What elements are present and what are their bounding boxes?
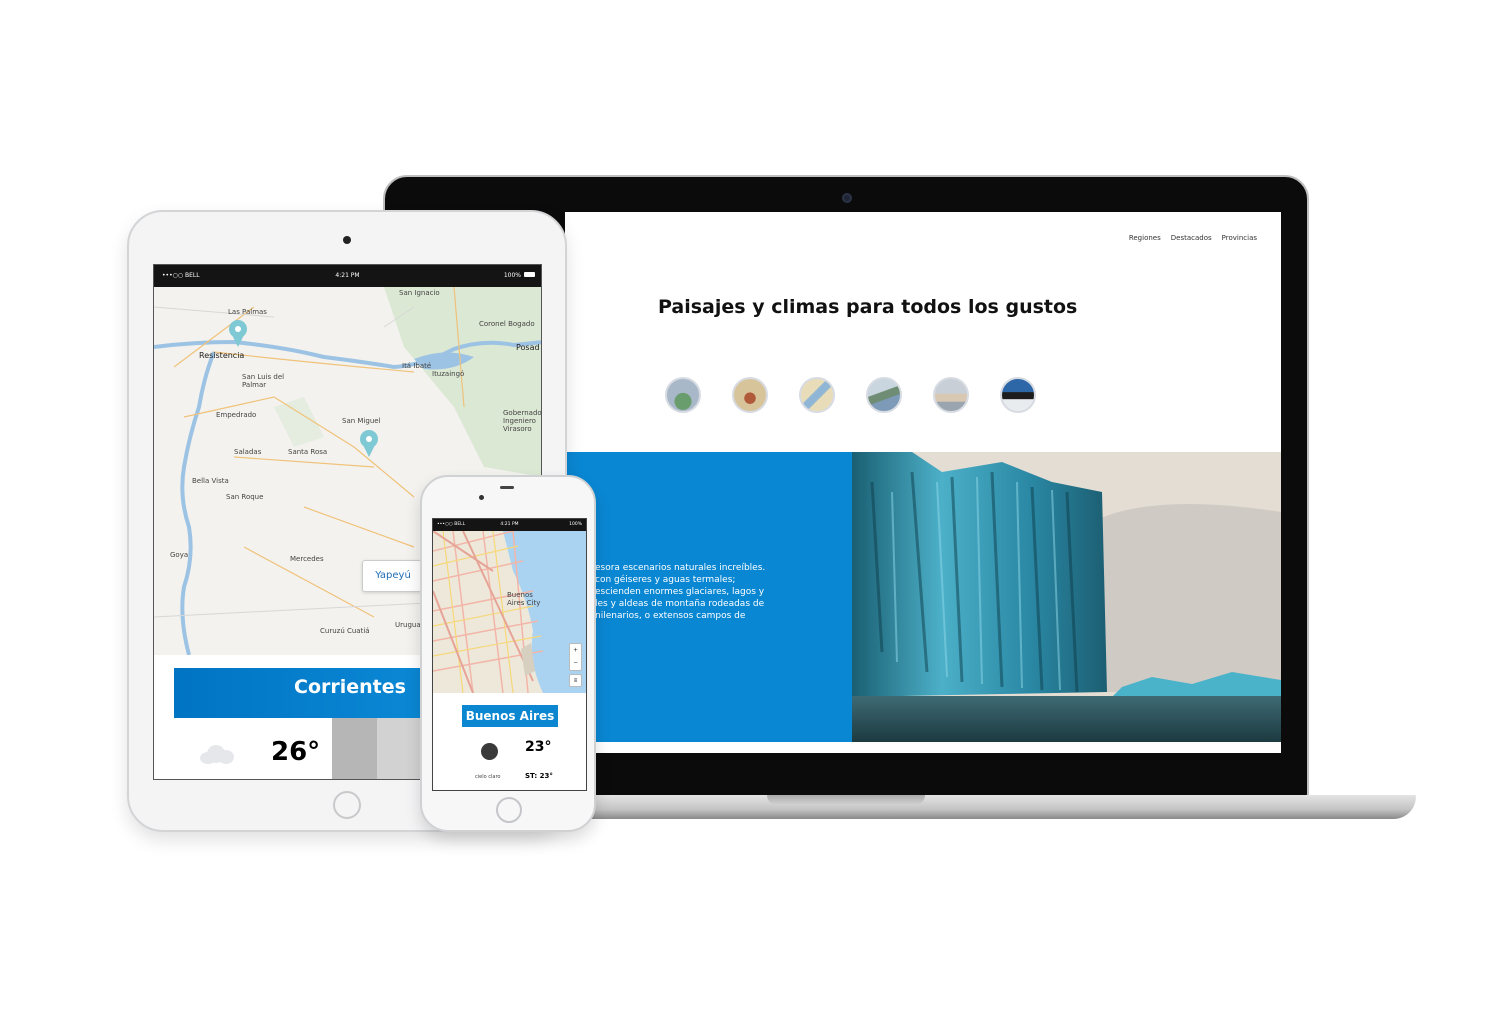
- zoom-in-button[interactable]: +: [570, 644, 581, 657]
- cloud-icon: [200, 743, 234, 765]
- map-popup[interactable]: Yapeyú: [362, 560, 424, 592]
- laptop-camera: [842, 193, 852, 203]
- province-title: Corrientes: [174, 668, 424, 718]
- map-label: Buenos Aires City: [507, 591, 541, 607]
- status-bar: •••○○ BELL 4:21 PM 100%: [154, 265, 541, 287]
- temperature-value: 26°: [271, 737, 321, 767]
- top-navigation: Regiones Destacados Provincias: [1129, 234, 1257, 242]
- nav-link-regiones[interactable]: Regiones: [1129, 234, 1161, 242]
- clock: 4:21 PM: [335, 272, 360, 279]
- region-icon-5[interactable]: [933, 377, 969, 413]
- home-button[interactable]: [333, 791, 361, 819]
- battery-icon: [524, 272, 535, 277]
- nav-link-destacados[interactable]: Destacados: [1171, 234, 1212, 242]
- laptop-screen: Regiones Destacados Provincias Paisajes …: [565, 212, 1281, 753]
- description-line: nilenarios, o extensos campos de: [595, 611, 746, 621]
- weather-condition: cielo claro: [475, 774, 501, 780]
- description-line: con géiseres y aguas termales;: [595, 575, 736, 585]
- map-label: Mercedes: [290, 555, 324, 563]
- zoom-control: + −: [569, 643, 582, 671]
- region-description: esora escenarios naturales increíbles. c…: [595, 562, 845, 622]
- map-label: Curuzú Cuatiá: [320, 627, 370, 635]
- region-description-panel: esora escenarios naturales increíbles. c…: [565, 452, 852, 742]
- map-label: San Miguel: [342, 417, 381, 425]
- phone-device: •••○○ BELL 4:21 PM 100% Buenos Aires Cit…: [420, 475, 596, 832]
- map-label: Posad: [516, 343, 540, 352]
- glacier-illustration: [852, 452, 1281, 742]
- map-label: Ituzaingó: [432, 370, 465, 378]
- map-label: Las Palmas: [228, 308, 267, 316]
- phone-speaker: [500, 486, 514, 489]
- map-label: Itá Ibaté: [402, 362, 432, 370]
- map-label: San Ignacio: [399, 289, 440, 297]
- laptop-notch: [767, 795, 925, 805]
- map-label: Goya: [170, 551, 189, 559]
- map-label: Resistencia: [199, 351, 245, 360]
- nav-link-provincias[interactable]: Provincias: [1222, 234, 1257, 242]
- region-icon-4[interactable]: [866, 377, 902, 413]
- zoom-out-button[interactable]: −: [570, 657, 581, 670]
- battery-percent: 100%: [503, 272, 521, 279]
- description-line: esora escenarios naturales increíbles.: [595, 563, 766, 573]
- map-label: Saladas: [234, 448, 262, 456]
- battery-percent: 100%: [569, 522, 582, 527]
- map-layer: [433, 531, 586, 693]
- moon-icon: [481, 743, 498, 760]
- description-line: les y aldeas de montaña rodeadas de: [595, 599, 765, 609]
- glacier-photo: [852, 452, 1281, 742]
- description-line: escienden enormes glaciares, lagos y: [595, 587, 765, 597]
- region-selector: [665, 377, 1036, 413]
- map-label: Coronel Bogado: [479, 320, 535, 328]
- region-icon-1[interactable]: [665, 377, 701, 413]
- region-icon-6[interactable]: [1000, 377, 1036, 413]
- page-heading: Paisajes y climas para todos los gustos: [658, 296, 1078, 318]
- status-bar: •••○○ BELL 4:21 PM 100%: [433, 519, 586, 531]
- phone-screen: •••○○ BELL 4:21 PM 100% Buenos Aires Cit…: [432, 518, 587, 791]
- layers-icon[interactable]: ≡: [569, 674, 582, 687]
- city-title: Buenos Aires: [462, 705, 558, 727]
- map-label: Santa Rosa: [288, 448, 328, 456]
- phone-camera: [479, 495, 484, 500]
- forecast-tile: [332, 718, 377, 779]
- map-view[interactable]: Buenos Aires City + − ≡: [433, 531, 586, 693]
- map-label: San Roque: [226, 493, 264, 501]
- region-icon-3[interactable]: [799, 377, 835, 413]
- tablet-camera: [343, 236, 351, 244]
- region-icon-2[interactable]: [732, 377, 768, 413]
- map-label: Empedrado: [216, 411, 257, 419]
- map-label: Bella Vista: [192, 477, 229, 485]
- temperature-value: 23°: [525, 739, 552, 755]
- clock: 4:21 PM: [500, 522, 519, 527]
- feels-like: ST: 23°: [525, 772, 553, 780]
- map-label: San Luis del Palmar: [242, 373, 285, 389]
- map-label: Gobernador Ingeniero Virasoro: [503, 409, 542, 433]
- home-button[interactable]: [496, 797, 522, 823]
